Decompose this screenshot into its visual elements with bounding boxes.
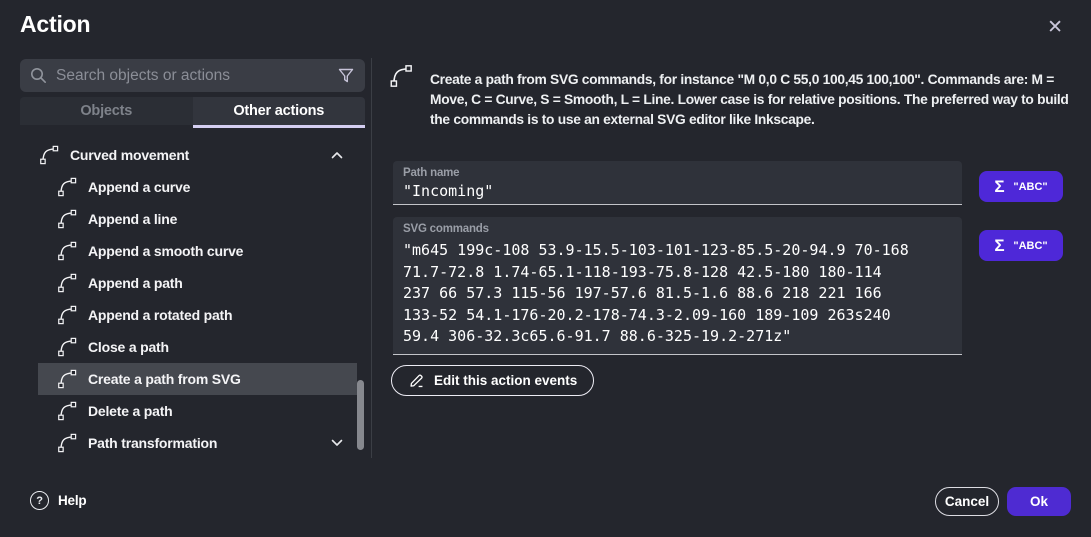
curve-path-icon	[56, 208, 78, 230]
curve-path-icon	[388, 63, 414, 89]
help-icon: ?	[30, 491, 49, 510]
tab-objects-label: Objects	[80, 103, 132, 119]
svg-commands-expression-button[interactable]: Σ "ABC"	[979, 230, 1063, 261]
action-list: Curved movement Append a curve Append a …	[20, 139, 357, 459]
tab-selected-underline	[193, 125, 366, 128]
curve-path-icon	[56, 368, 78, 390]
edit-action-events-button[interactable]: Edit this action events	[391, 365, 594, 396]
list-scrollbar-thumb[interactable]	[357, 380, 364, 450]
curve-path-icon	[56, 432, 78, 454]
list-item-create-a-path-from-svg[interactable]: Create a path from SVG	[38, 363, 357, 395]
list-item-append-a-line[interactable]: Append a line	[38, 203, 357, 235]
list-item-label: Append a path	[88, 275, 183, 291]
chevron-up-icon[interactable]	[331, 151, 343, 159]
path-name-expression-button[interactable]: Σ "ABC"	[979, 171, 1063, 202]
close-icon[interactable]: ✕	[1040, 12, 1070, 42]
chevron-down-icon[interactable]	[331, 439, 343, 447]
ok-button[interactable]: Ok	[1007, 487, 1071, 516]
dialog-title: Action	[20, 11, 90, 38]
list-item-label: Append a line	[88, 211, 177, 227]
list-group-curved-movement[interactable]: Curved movement	[20, 139, 357, 171]
action-description: Create a path from SVG commands, for ins…	[430, 70, 1072, 130]
panel-divider	[371, 58, 372, 458]
list-item-path-transformation[interactable]: Path transformation	[38, 427, 357, 459]
sigma-icon: Σ	[994, 236, 1004, 256]
list-item-append-a-path[interactable]: Append a path	[38, 267, 357, 299]
edit-action-events-label: Edit this action events	[434, 373, 577, 388]
filter-icon[interactable]	[337, 67, 355, 85]
list-item-label: Delete a path	[88, 403, 173, 419]
list-item-append-a-smooth-curve[interactable]: Append a smooth curve	[38, 235, 357, 267]
tab-bar: Objects Other actions	[20, 97, 365, 128]
tab-other-actions-label: Other actions	[233, 103, 324, 119]
list-item-label: Append a curve	[88, 179, 190, 195]
help-button[interactable]: ? Help	[30, 491, 86, 510]
abc-label: "ABC"	[1013, 181, 1047, 193]
tab-other-actions[interactable]: Other actions	[193, 97, 366, 125]
curve-path-icon	[56, 176, 78, 198]
list-item-label: Close a path	[88, 339, 169, 355]
curve-path-icon	[56, 336, 78, 358]
help-label: Help	[58, 493, 86, 508]
list-item-label: Append a rotated path	[88, 307, 232, 323]
svg-commands-field[interactable]: SVG commands "m645 199c-108 53.9-15.5-10…	[393, 217, 962, 355]
search-bar	[20, 59, 365, 92]
pencil-icon	[408, 372, 425, 389]
tab-objects[interactable]: Objects	[20, 97, 193, 125]
search-input[interactable]	[56, 67, 337, 85]
curve-path-icon	[56, 304, 78, 326]
svg-commands-value[interactable]: "m645 199c-108 53.9-15.5-103-101-123-85.…	[403, 240, 909, 348]
abc-label: "ABC"	[1013, 240, 1047, 252]
cancel-button[interactable]: Cancel	[935, 487, 999, 516]
svg-commands-label: SVG commands	[403, 223, 489, 235]
curve-path-icon	[56, 400, 78, 422]
list-item-append-a-curve[interactable]: Append a curve	[38, 171, 357, 203]
list-item-label: Append a smooth curve	[88, 243, 243, 259]
list-group-label: Curved movement	[70, 147, 189, 163]
list-item-delete-a-path[interactable]: Delete a path	[38, 395, 357, 427]
path-name-label: Path name	[403, 167, 459, 179]
search-icon	[30, 67, 47, 84]
curve-path-icon	[56, 272, 78, 294]
path-name-value[interactable]: "Incoming"	[403, 182, 493, 200]
sigma-icon: Σ	[994, 177, 1004, 197]
list-item-append-a-rotated-path[interactable]: Append a rotated path	[38, 299, 357, 331]
curve-path-icon	[38, 144, 60, 166]
list-item-label: Create a path from SVG	[88, 371, 241, 387]
path-name-field[interactable]: Path name "Incoming"	[393, 161, 962, 205]
list-item-close-a-path[interactable]: Close a path	[38, 331, 357, 363]
curve-path-icon	[56, 240, 78, 262]
list-item-label: Path transformation	[88, 435, 217, 451]
